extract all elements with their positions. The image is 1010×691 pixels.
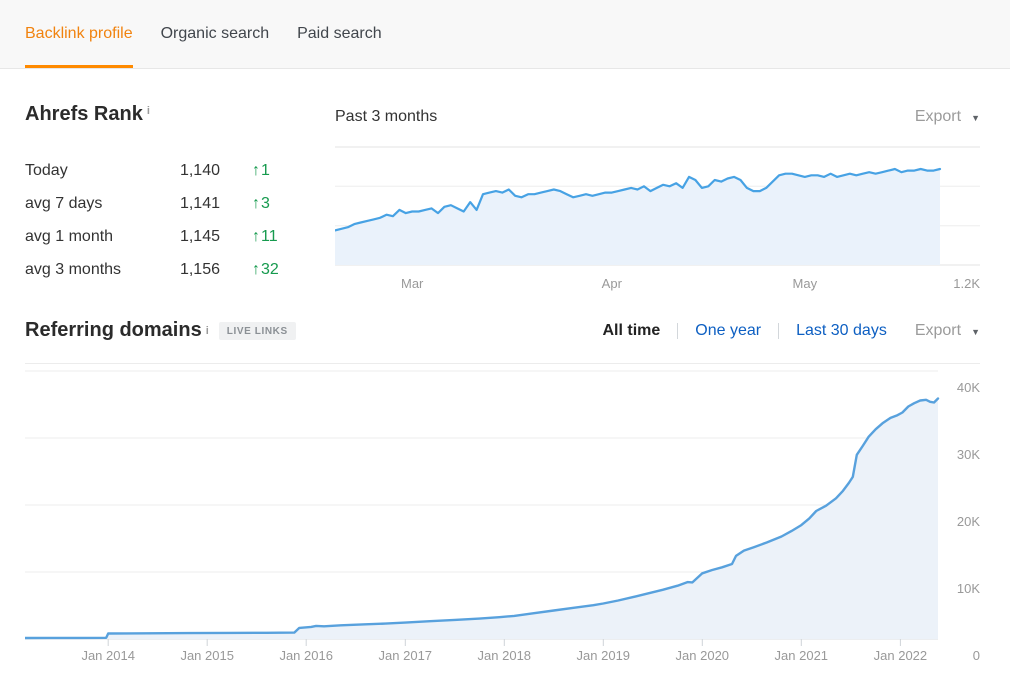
table-row: avg 3 months 1,156 ↑32 bbox=[25, 253, 335, 286]
caret-down-icon: ▼ bbox=[971, 325, 980, 337]
svg-text:20K: 20K bbox=[957, 514, 980, 529]
rank-delta: ↑1 bbox=[220, 162, 335, 180]
rank-delta: ↑32 bbox=[220, 261, 335, 279]
svg-text:Jan 2020: Jan 2020 bbox=[676, 648, 730, 663]
ahrefs-rank-section: Ahrefs Rank i Today 1,140 ↑1 avg 7 days 1… bbox=[25, 103, 335, 299]
svg-text:0: 0 bbox=[973, 648, 980, 663]
table-row: Today 1,140 ↑1 bbox=[25, 154, 335, 187]
rank-value: 1,145 bbox=[137, 228, 220, 246]
info-icon[interactable]: i bbox=[147, 105, 150, 117]
filter-last-30-days[interactable]: Last 30 days bbox=[796, 322, 887, 340]
svg-text:Apr: Apr bbox=[602, 276, 623, 291]
rank-label: avg 7 days bbox=[25, 195, 137, 213]
divider bbox=[778, 323, 779, 339]
live-links-badge: LIVE LINKS bbox=[219, 322, 296, 340]
export-button[interactable]: Export ▼ bbox=[915, 108, 980, 126]
svg-text:Jan 2022: Jan 2022 bbox=[874, 648, 928, 663]
referring-domains-header: Referring domains i LIVE LINKS All time O… bbox=[25, 319, 980, 364]
rank-label: avg 1 month bbox=[25, 228, 137, 246]
tab-paid-search[interactable]: Paid search bbox=[297, 0, 382, 68]
svg-text:May: May bbox=[793, 276, 818, 291]
main-content: Ahrefs Rank i Today 1,140 ↑1 avg 7 days 1… bbox=[0, 103, 1010, 673]
table-row: avg 7 days 1,141 ↑3 bbox=[25, 187, 335, 220]
svg-text:30K: 30K bbox=[957, 447, 980, 462]
svg-text:Jan 2021: Jan 2021 bbox=[775, 648, 829, 663]
svg-text:40K: 40K bbox=[957, 380, 980, 395]
ahrefs-rank-chart-panel: Past 3 months Export ▼ Mar Apr May 1.2K bbox=[335, 103, 980, 299]
divider bbox=[677, 323, 678, 339]
filter-all-time[interactable]: All time bbox=[602, 322, 660, 340]
svg-text:Mar: Mar bbox=[401, 276, 424, 291]
rank-chart-title: Past 3 months bbox=[335, 108, 437, 126]
referring-domains-chart[interactable]: 0 10K 20K 30K 40K Jan 2014 Jan 2015 Jan 2016 Jan… bbox=[25, 368, 980, 668]
rank-value: 1,156 bbox=[137, 261, 220, 279]
tab-organic-search[interactable]: Organic search bbox=[161, 0, 270, 68]
svg-text:Jan 2015: Jan 2015 bbox=[180, 648, 234, 663]
filter-one-year[interactable]: One year bbox=[695, 322, 761, 340]
svg-text:Jan 2014: Jan 2014 bbox=[81, 648, 135, 663]
rank-delta: ↑11 bbox=[220, 228, 335, 246]
referring-domains-title: Referring domains bbox=[25, 319, 202, 342]
rank-label: Today bbox=[25, 162, 137, 180]
svg-text:Jan 2016: Jan 2016 bbox=[279, 648, 333, 663]
svg-text:Jan 2017: Jan 2017 bbox=[379, 648, 433, 663]
up-arrow-icon: ↑ bbox=[252, 228, 260, 245]
svg-text:10K: 10K bbox=[957, 581, 980, 596]
up-arrow-icon: ↑ bbox=[252, 261, 260, 278]
info-icon[interactable]: i bbox=[206, 325, 209, 337]
svg-text:1.2K: 1.2K bbox=[953, 276, 980, 291]
svg-text:Jan 2019: Jan 2019 bbox=[577, 648, 631, 663]
rank-delta: ↑3 bbox=[220, 195, 335, 213]
tab-bar: Backlink profile Organic search Paid sea… bbox=[0, 0, 1010, 69]
export-button[interactable]: Export ▼ bbox=[915, 322, 980, 340]
up-arrow-icon: ↑ bbox=[252, 195, 260, 212]
tab-backlink-profile[interactable]: Backlink profile bbox=[25, 0, 133, 68]
up-arrow-icon: ↑ bbox=[252, 162, 260, 179]
table-row: avg 1 month 1,145 ↑11 bbox=[25, 220, 335, 253]
rank-value: 1,141 bbox=[137, 195, 220, 213]
ahrefs-rank-chart[interactable]: Mar Apr May 1.2K bbox=[335, 139, 980, 294]
svg-text:Jan 2018: Jan 2018 bbox=[478, 648, 532, 663]
ahrefs-rank-table: Today 1,140 ↑1 avg 7 days 1,141 ↑3 avg 1… bbox=[25, 154, 335, 286]
ahrefs-rank-title: Ahrefs Rank bbox=[25, 103, 143, 125]
rank-label: avg 3 months bbox=[25, 261, 137, 279]
rank-value: 1,140 bbox=[137, 162, 220, 180]
caret-down-icon: ▼ bbox=[971, 111, 980, 123]
